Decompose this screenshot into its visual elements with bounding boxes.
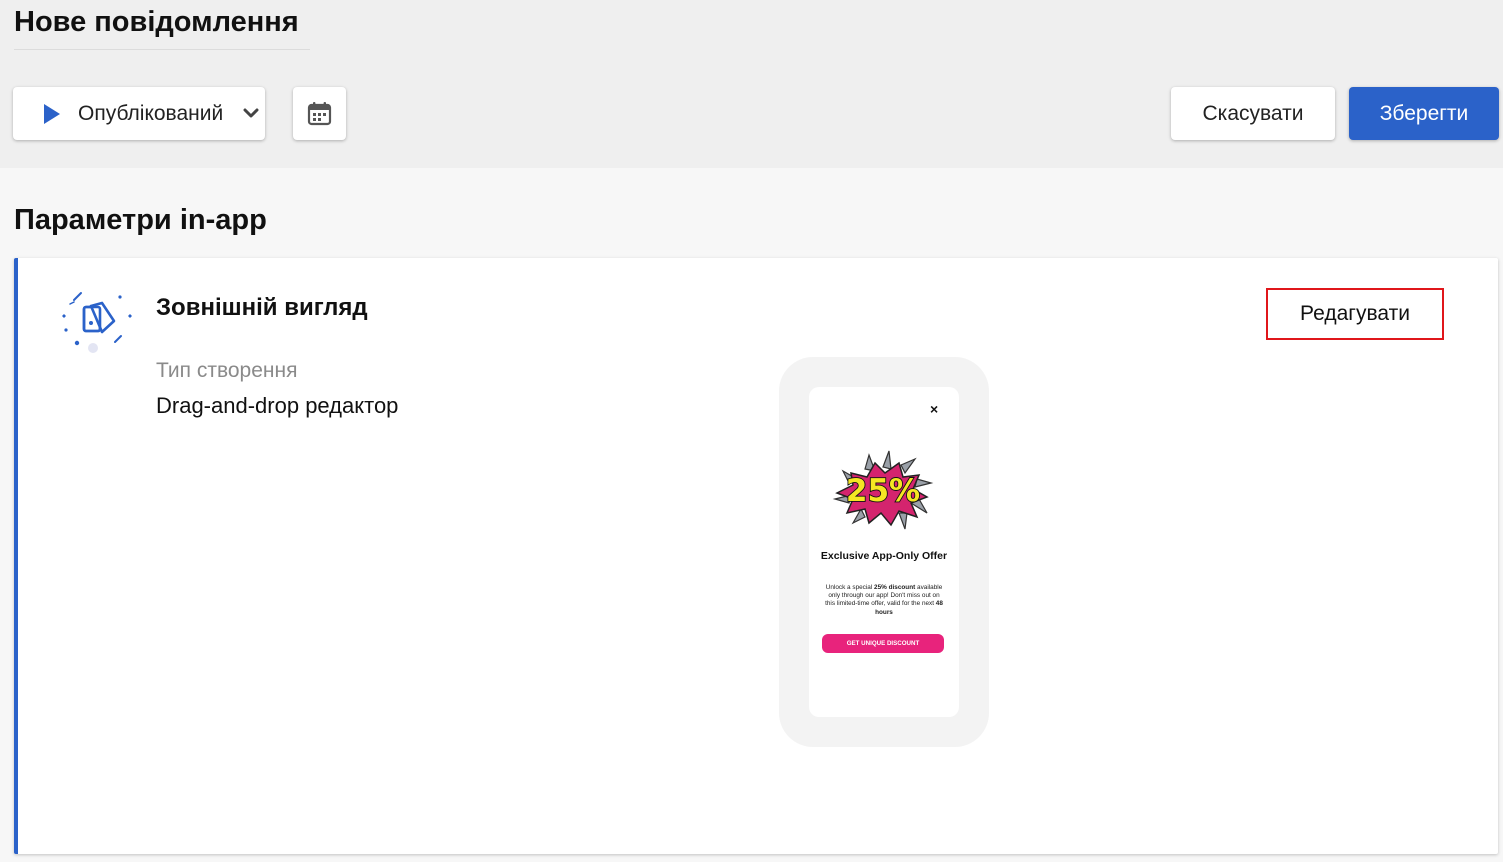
popup-body-text: Unlock a special [825, 584, 875, 591]
badge-text: 25% [846, 473, 920, 509]
popup-heading: Exclusive App-Only Offer [820, 550, 948, 562]
cta-button[interactable]: GET UNIQUE DISCOUNT [822, 634, 944, 653]
calendar-icon [307, 102, 332, 126]
popup-preview: × 25% Exclusive App-Only Offer Unlock a … [809, 387, 959, 717]
phone-preview: × 25% Exclusive App-Only Offer Unlock a … [779, 357, 989, 747]
page-title: Нове повідомлення [14, 6, 299, 38]
section-title: Параметри in-app [14, 204, 267, 236]
calendar-button[interactable] [293, 87, 346, 140]
appearance-card: Зовнішній вигляд Тип створення Drag-and-… [14, 258, 1498, 854]
card-title: Зовнішній вигляд [156, 294, 368, 321]
top-bar: Нове повідомлення Опублікований Скасуват… [0, 0, 1503, 168]
play-icon [44, 104, 60, 124]
status-select-value: Опублікований [78, 102, 224, 125]
appearance-icon [62, 292, 132, 353]
discount-badge: 25% [832, 450, 934, 530]
edit-button[interactable]: Редагувати [1266, 288, 1444, 340]
status-select[interactable]: Опублікований [13, 87, 265, 140]
popup-body-highlight: 25% discount [874, 584, 916, 591]
title-divider [14, 49, 310, 50]
chevron-down-icon [243, 108, 259, 118]
save-button[interactable]: Зберегти [1349, 87, 1499, 140]
popup-body: Unlock a special 25% discount available … [823, 584, 945, 617]
cancel-button[interactable]: Скасувати [1171, 87, 1335, 140]
creation-type-value: Drag-and-drop редактор [156, 393, 399, 418]
close-icon[interactable]: × [930, 401, 938, 417]
creation-type-label: Тип створення [156, 359, 298, 382]
